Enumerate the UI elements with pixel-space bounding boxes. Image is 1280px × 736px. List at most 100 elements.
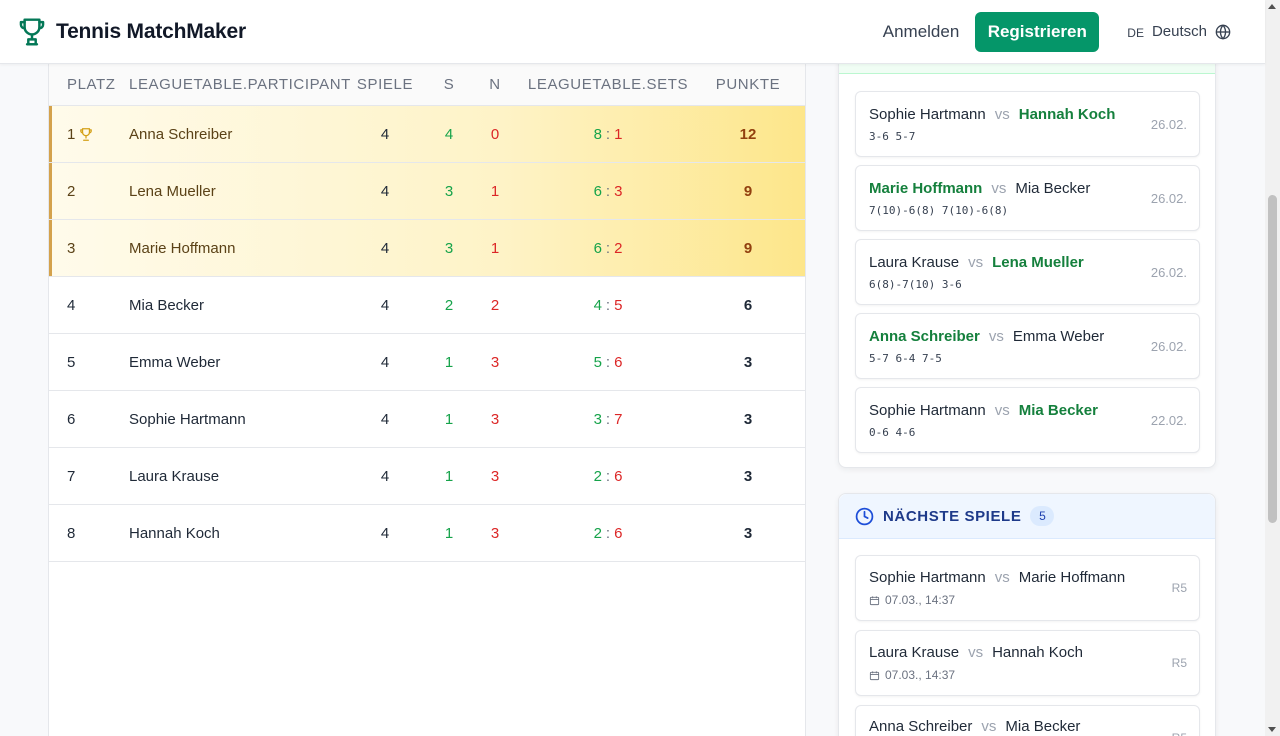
trophy-icon xyxy=(79,127,93,142)
col-s[interactable]: S xyxy=(421,76,477,93)
vs-label: vs xyxy=(988,328,1004,345)
wins: 1 xyxy=(444,524,454,542)
sets: 6:2 xyxy=(593,239,623,257)
match-date: 22.02. xyxy=(1150,413,1187,428)
result-item[interactable]: Marie Hoffmann vs Mia Becker 7(10)-6(8) 7(… xyxy=(855,165,1200,231)
table-row[interactable]: 4 Mia Becker 4 2 2 4:5 6 xyxy=(49,277,805,334)
table-row[interactable]: 3 Marie Hoffmann 4 3 1 6:2 9 xyxy=(49,220,805,277)
player-1: Sophie Hartmann xyxy=(869,569,986,586)
match-score: 5-7 6-4 7-5 xyxy=(869,352,942,365)
participant-name: Lena Mueller xyxy=(129,182,216,200)
table-row[interactable]: 2 Lena Mueller 4 3 1 6:3 9 xyxy=(49,163,805,220)
points: 3 xyxy=(743,410,753,428)
scroll-up-arrow-icon[interactable] xyxy=(1268,4,1276,9)
player-2: Mia Becker xyxy=(1005,718,1081,735)
sets: 5:6 xyxy=(593,353,623,371)
points: 3 xyxy=(743,524,753,542)
match-score: 3-6 5-7 xyxy=(869,130,916,143)
round-label: R5 xyxy=(1172,731,1187,736)
table-header: PLATZ LEAGUETABLE.PARTICIPANT SPIELE S N… xyxy=(49,64,805,106)
table-row[interactable]: 8 Hannah Koch 4 1 3 2:6 3 xyxy=(49,505,805,562)
round-label: R5 xyxy=(1171,581,1187,595)
page-scrollbar[interactable] xyxy=(1265,0,1280,736)
participant-name: Anna Schreiber xyxy=(129,125,233,143)
brand[interactable]: Tennis MatchMaker xyxy=(16,16,246,48)
player-2: Hannah Koch xyxy=(992,644,1083,661)
col-spiele[interactable]: SPIELE xyxy=(349,76,421,93)
match-score: 6(8)-7(10) 3-6 xyxy=(869,278,962,291)
league-table: PLATZ LEAGUETABLE.PARTICIPANT SPIELE S N… xyxy=(48,64,806,736)
trophy-icon xyxy=(16,16,48,48)
games-played: 4 xyxy=(380,182,390,200)
vs-label: vs xyxy=(994,402,1010,419)
match-time: 07.03., 14:37 xyxy=(885,668,956,682)
result-item[interactable]: Sophie Hartmann vs Hannah Koch 3-6 5-7 26.… xyxy=(855,91,1200,157)
rank: 7 xyxy=(67,467,76,485)
col-platz[interactable]: PLATZ xyxy=(49,76,129,93)
losses: 3 xyxy=(490,410,500,428)
losses: 1 xyxy=(490,239,500,257)
vs-label: vs xyxy=(994,106,1010,123)
player-2: Hannah Koch xyxy=(1018,106,1116,123)
round-label: R5 xyxy=(1171,656,1187,670)
wins: 1 xyxy=(444,410,454,428)
sets: 2:6 xyxy=(593,524,623,542)
language-code[interactable]: DE xyxy=(1127,26,1144,40)
wins: 1 xyxy=(444,467,454,485)
wins: 3 xyxy=(444,239,454,257)
calendar-icon xyxy=(869,670,880,680)
col-n[interactable]: N xyxy=(477,76,513,93)
vs-label: vs xyxy=(968,644,984,661)
col-sets[interactable]: LEAGUETABLE.SETS xyxy=(513,76,703,93)
sets: 3:7 xyxy=(593,410,623,428)
points: 6 xyxy=(743,296,753,314)
table-row[interactable]: 7 Laura Krause 4 1 3 2:6 3 xyxy=(49,448,805,505)
recent-results-card: Sophie Hartmann vs Hannah Koch 3-6 5-7 26.… xyxy=(838,40,1216,468)
losses: 3 xyxy=(490,353,500,371)
participant-name: Marie Hoffmann xyxy=(129,239,236,257)
wins: 3 xyxy=(444,182,454,200)
participant-name: Emma Weber xyxy=(129,353,221,371)
table-row[interactable]: 1 Anna Schreiber 4 4 0 8:1 12 xyxy=(49,106,805,163)
points: 3 xyxy=(743,353,753,371)
col-punkte[interactable]: PUNKTE xyxy=(703,76,793,93)
games-played: 4 xyxy=(380,353,390,371)
col-participant[interactable]: LEAGUETABLE.PARTICIPANT xyxy=(129,76,350,93)
sets: 2:6 xyxy=(593,467,623,485)
games-played: 4 xyxy=(380,467,390,485)
scrollbar-thumb[interactable] xyxy=(1268,195,1277,523)
language-selector[interactable]: Deutsch xyxy=(1152,23,1207,40)
match-time: 07.03., 14:37 xyxy=(885,593,956,607)
vs-label: vs xyxy=(981,718,997,735)
match-score: 7(10)-6(8) 7(10)-6(8) xyxy=(869,204,1009,217)
games-played: 4 xyxy=(380,239,390,257)
result-item[interactable]: Laura Krause vs Lena Mueller 6(8)-7(10) 3-… xyxy=(855,239,1200,305)
player-1: Marie Hoffmann xyxy=(869,180,983,197)
participant-name: Sophie Hartmann xyxy=(129,410,246,428)
player-1: Anna Schreiber xyxy=(869,718,973,735)
wins: 2 xyxy=(444,296,454,314)
losses: 1 xyxy=(490,182,500,200)
login-link[interactable]: Anmelden xyxy=(883,22,960,42)
result-item[interactable]: Anna Schreiber vs Emma Weber 5-7 6-4 7-5 2… xyxy=(855,313,1200,379)
result-item[interactable]: Sophie Hartmann vs Mia Becker 0-6 4-6 22.0… xyxy=(855,387,1200,453)
upcoming-item[interactable]: Sophie Hartmann vs Marie Hoffmann 07.03., … xyxy=(855,555,1200,621)
points: 12 xyxy=(739,125,757,143)
player-1: Sophie Hartmann xyxy=(869,106,986,123)
match-score: 0-6 4-6 xyxy=(869,426,916,439)
games-played: 4 xyxy=(380,410,390,428)
upcoming-item[interactable]: Laura Krause vs Hannah Koch 07.03., 14:37 … xyxy=(855,630,1200,696)
scroll-down-arrow-icon[interactable] xyxy=(1268,727,1276,732)
globe-icon[interactable] xyxy=(1215,23,1231,40)
upcoming-item[interactable]: Anna Schreiber vs Mia Becker R5 xyxy=(855,705,1200,736)
table-row[interactable]: 6 Sophie Hartmann 4 1 3 3:7 3 xyxy=(49,391,805,448)
rank: 3 xyxy=(67,239,76,257)
participant-name: Mia Becker xyxy=(129,296,205,314)
player-2: Marie Hoffmann xyxy=(1018,569,1126,586)
player-1: Laura Krause xyxy=(869,644,960,661)
rank: 1 xyxy=(67,125,76,143)
table-row[interactable]: 5 Emma Weber 4 1 3 5:6 3 xyxy=(49,334,805,391)
games-played: 4 xyxy=(380,125,390,143)
register-button[interactable]: Registrieren xyxy=(975,11,1100,52)
vs-label: vs xyxy=(991,180,1007,197)
